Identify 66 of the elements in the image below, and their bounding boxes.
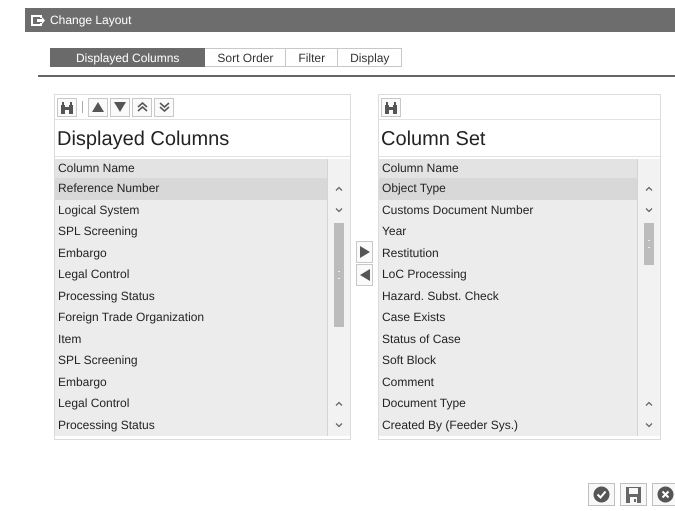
scrollbar[interactable]: [327, 159, 350, 436]
list-row[interactable]: LoC Processing: [379, 264, 637, 286]
tab[interactable]: Display: [338, 48, 402, 67]
panel-title: Displayed Columns: [55, 120, 350, 157]
list-row[interactable]: Year: [379, 221, 637, 242]
triangle-down-icon: [114, 102, 126, 112]
search-icon: [384, 100, 398, 114]
triangle-right-icon: [360, 246, 370, 258]
list-row[interactable]: Item: [55, 328, 327, 350]
list-row[interactable]: Restitution: [379, 242, 637, 264]
save-button[interactable]: [620, 483, 647, 506]
list-row[interactable]: SPL Screening: [55, 221, 327, 242]
list-row[interactable]: Logical System: [55, 200, 327, 221]
cancel-button[interactable]: [652, 483, 675, 506]
toolbar-button[interactable]: [381, 98, 401, 116]
chevron-up-icon[interactable]: [645, 401, 653, 406]
toolbar-button[interactable]: [154, 98, 174, 116]
check-circle-icon: [593, 486, 610, 503]
toolbar-button[interactable]: [110, 98, 130, 116]
column-header: Column Name: [379, 159, 637, 178]
move-right-button[interactable]: [356, 241, 373, 263]
list-row[interactable]: Case Exists: [379, 307, 637, 328]
chevron-down-icon[interactable]: [335, 422, 343, 428]
triangle-up-icon: [92, 102, 104, 112]
scrollbar[interactable]: [637, 159, 660, 436]
chevron-down-icon[interactable]: [645, 208, 653, 213]
double-chevron-down-icon: [158, 102, 170, 112]
window-title: Change Layout: [50, 13, 132, 27]
list-row[interactable]: Status of Case: [379, 328, 637, 350]
tab[interactable]: Displayed Columns: [50, 48, 206, 67]
list-row[interactable]: Soft Block: [379, 350, 637, 372]
list-row[interactable]: Embargo: [55, 372, 327, 393]
list-row[interactable]: Processing Status: [55, 414, 327, 436]
tab[interactable]: Filter: [286, 48, 338, 67]
confirm-button[interactable]: [588, 483, 615, 506]
move-left-button[interactable]: [356, 264, 373, 286]
floppy-disk-icon: [626, 486, 641, 502]
window-icon: [31, 14, 45, 26]
list-row[interactable]: Legal Control: [55, 264, 327, 286]
toolbar-button[interactable]: [88, 98, 108, 116]
toolbar-button[interactable]: [57, 98, 77, 116]
list-row[interactable]: Reference Number: [55, 178, 327, 200]
list-row[interactable]: Legal Control: [55, 393, 327, 414]
list-row[interactable]: SPL Screening: [55, 350, 327, 372]
close-icon: [657, 486, 674, 503]
triangle-left-icon: [360, 269, 370, 281]
column-header: Column Name: [55, 159, 327, 178]
double-chevron-up-icon: [136, 102, 148, 112]
tab[interactable]: Sort Order: [205, 48, 286, 67]
list-row[interactable]: Foreign Trade Organization: [55, 307, 327, 328]
chevron-down-icon[interactable]: [645, 422, 653, 428]
toolbar-button[interactable]: [132, 98, 152, 116]
list-row[interactable]: Processing Status: [55, 286, 327, 307]
search-icon: [60, 100, 74, 114]
chevron-down-icon[interactable]: [335, 208, 343, 213]
list-row[interactable]: Document Type: [379, 393, 637, 414]
list-row[interactable]: Customs Document Number: [379, 200, 637, 221]
chevron-up-icon[interactable]: [645, 186, 653, 192]
list-row[interactable]: Created By (Feeder Sys.): [379, 414, 637, 436]
list-row[interactable]: Comment: [379, 372, 637, 393]
panel-title: Column Set: [379, 120, 660, 157]
chevron-up-icon[interactable]: [335, 186, 343, 192]
chevron-up-icon[interactable]: [335, 401, 343, 406]
list-row[interactable]: Hazard. Subst. Check: [379, 286, 637, 307]
list-row[interactable]: Embargo: [55, 242, 327, 264]
list-row[interactable]: Object Type: [379, 178, 637, 200]
